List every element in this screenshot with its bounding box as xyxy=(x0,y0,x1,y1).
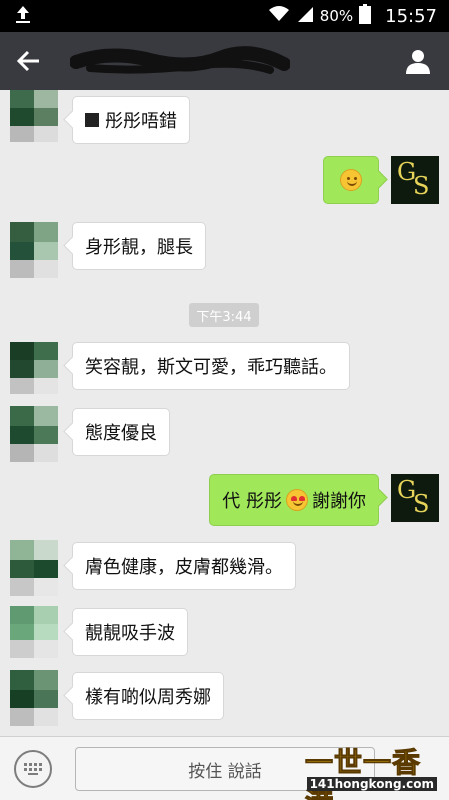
message-row: 樣有啲似周秀娜 xyxy=(0,670,449,730)
signal-icon xyxy=(296,5,314,27)
avatar-self[interactable]: G S xyxy=(391,474,439,522)
keyboard-icon xyxy=(24,763,42,775)
black-square-icon xyxy=(85,113,99,127)
heart-eyes-emoji xyxy=(286,489,308,511)
watermark: 一世一香港 141hongkong.com xyxy=(305,741,445,800)
message-bubble[interactable]: 態度優良 xyxy=(72,408,170,456)
message-bubble[interactable]: 笑容靚，斯文可愛，乖巧聽話。 xyxy=(72,342,350,390)
avatar[interactable] xyxy=(10,222,58,278)
contact-info-button[interactable] xyxy=(397,40,439,82)
message-text: 膚色健康，皮膚都幾滑。 xyxy=(85,557,283,578)
message-bubble[interactable]: 代 彤彤 謝謝你 xyxy=(209,474,379,526)
avatar[interactable] xyxy=(10,540,58,596)
message-text: 彤彤唔錯 xyxy=(105,111,177,132)
avatar-self[interactable]: G S xyxy=(391,156,439,204)
message-text: 謝謝你 xyxy=(312,491,366,512)
message-text: 身形靚，腿長 xyxy=(85,237,193,258)
message-row: 膚色健康，皮膚都幾滑。 xyxy=(0,540,449,596)
timestamp: 下午3:44 xyxy=(189,303,259,327)
arrow-left-icon xyxy=(17,50,39,72)
message-bubble[interactable]: 樣有啲似周秀娜 xyxy=(72,672,224,720)
keyboard-toggle-button[interactable] xyxy=(14,750,52,788)
upload-icon xyxy=(14,4,32,28)
wifi-icon xyxy=(268,5,290,27)
avatar[interactable] xyxy=(10,342,58,394)
message-row: 笑容靚，斯文可愛，乖巧聽話。 xyxy=(0,342,449,398)
message-row: 彤彤唔錯 xyxy=(0,90,449,150)
message-row: 代 彤彤 謝謝你 G S xyxy=(0,474,449,530)
watermark-url: 141hongkong.com xyxy=(306,777,437,791)
message-row: G S xyxy=(0,156,449,210)
status-time: 15:57 xyxy=(385,5,437,27)
person-icon xyxy=(406,50,430,74)
battery-icon xyxy=(359,4,372,28)
avatar[interactable] xyxy=(10,90,58,142)
message-bubble[interactable]: 膚色健康，皮膚都幾滑。 xyxy=(72,542,296,590)
smile-emoji xyxy=(340,169,362,191)
status-bar: 80% 15:57 xyxy=(0,0,449,32)
back-button[interactable] xyxy=(0,32,58,90)
message-text: 態度優良 xyxy=(85,423,157,444)
message-row: 態度優良 xyxy=(0,406,449,462)
message-bubble[interactable]: 彤彤唔錯 xyxy=(72,96,190,144)
chat-header xyxy=(0,32,449,90)
message-text: 代 彤彤 xyxy=(222,491,282,512)
avatar[interactable] xyxy=(10,406,58,462)
contact-name-redacted xyxy=(69,42,291,80)
message-text: 笑容靚，斯文可愛，乖巧聽話。 xyxy=(85,357,337,378)
message-row: 靚靚吸手波 xyxy=(0,606,449,662)
avatar[interactable] xyxy=(10,670,58,726)
watermark-title: 一世一香港 xyxy=(305,746,422,800)
battery-percent: 80% xyxy=(319,7,354,25)
message-bubble[interactable]: 靚靚吸手波 xyxy=(72,608,188,656)
message-row: 身形靚，腿長 xyxy=(0,222,449,278)
message-bubble[interactable]: 身形靚，腿長 xyxy=(72,222,206,270)
input-bar: 按住 說話 一世一香港 141hongkong.com xyxy=(0,736,449,800)
chat-area[interactable]: 彤彤唔錯 G S 身形靚，腿長 下午3:44 笑容靚，斯文可愛，乖巧聽話。 態度… xyxy=(0,90,449,736)
avatar[interactable] xyxy=(10,606,58,658)
message-bubble[interactable] xyxy=(323,156,379,204)
message-text: 樣有啲似周秀娜 xyxy=(85,687,211,708)
message-text: 靚靚吸手波 xyxy=(85,623,175,644)
